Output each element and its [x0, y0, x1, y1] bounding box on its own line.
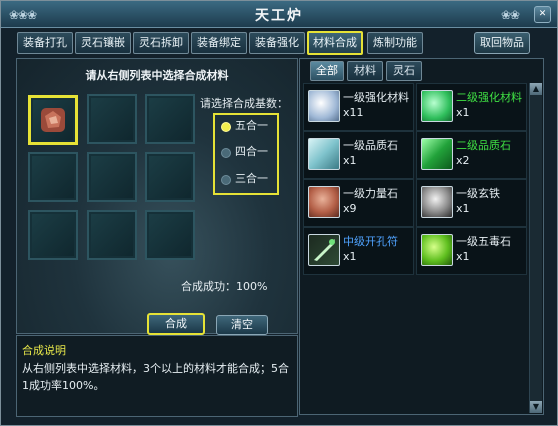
close-icon[interactable]: ✕	[534, 6, 551, 23]
item-quantity: x2	[456, 154, 470, 167]
item-name: 二级强化材料	[456, 91, 522, 104]
white-crystal-icon	[308, 90, 340, 122]
green-stone-icon	[421, 138, 453, 170]
material-slot-9[interactable]	[145, 210, 195, 260]
title-bar[interactable]: ❀❀❀ 天工炉 ❀❀ ✕	[1, 1, 557, 28]
material-slot-5[interactable]	[87, 152, 137, 202]
crafting-furnace-window: ❀❀❀ 天工炉 ❀❀ ✕ 装备打孔 灵石镶嵌 灵石拆卸 装备绑定 装备强化 材料…	[0, 0, 558, 426]
inventory-panel: 全部 材料 灵石 一级强化材料 x11 二级强化材料 x1 一级品质石 x1 二…	[299, 58, 544, 415]
item-quantity: x9	[343, 202, 357, 215]
material-slot-8[interactable]	[87, 210, 137, 260]
item-name: 一级品质石	[343, 139, 398, 152]
item-quantity: x1	[343, 154, 357, 167]
compose-button[interactable]: 合成	[147, 313, 205, 335]
drill-rune-icon	[308, 234, 340, 266]
drill-rune-shape	[314, 239, 335, 261]
compose-description: 合成说明 从右侧列表中选择材料，3个以上的材料才能合成；5合1成功率100%。	[16, 335, 298, 417]
tab-stone-remove[interactable]: 灵石拆卸	[133, 32, 189, 54]
item-name: 一级五毒石	[456, 235, 511, 248]
item-quantity: x1	[456, 202, 470, 215]
compose-count-label: 请选择合成基数：	[200, 97, 288, 110]
iron-ore-icon	[421, 186, 453, 218]
title-ornament-right-icon: ❀❀	[501, 8, 520, 22]
item-name: 一级力量石	[343, 187, 398, 200]
tab-all[interactable]: 全部	[310, 61, 344, 81]
tab-material-compose[interactable]: 材料合成	[307, 31, 363, 55]
material-slot-6[interactable]	[145, 152, 195, 202]
item-quantity: x1	[456, 250, 470, 263]
item-quantity: x1	[456, 106, 470, 119]
tab-equip-enhance[interactable]: 装备强化	[249, 32, 305, 54]
material-slot-7[interactable]	[28, 210, 78, 260]
retrieve-items-button[interactable]: 取回物品	[474, 32, 530, 54]
inventory-item[interactable]: 一级品质石 x1	[303, 131, 414, 179]
inventory-item[interactable]: 一级强化材料 x11	[303, 83, 414, 131]
item-name: 一级玄铁	[456, 187, 500, 200]
item-quantity: x11	[343, 106, 364, 119]
tab-refine[interactable]: 炼制功能	[367, 32, 423, 54]
inventory-item[interactable]: 一级玄铁 x1	[416, 179, 527, 227]
item-name: 一级强化材料	[343, 91, 409, 104]
scroll-down-icon[interactable]: ▼	[530, 401, 542, 413]
scroll-up-icon[interactable]: ▲	[530, 83, 542, 95]
material-slot-1[interactable]	[28, 95, 78, 145]
red-ore-icon	[308, 186, 340, 218]
inventory-item[interactable]: 一级力量石 x9	[303, 179, 414, 227]
item-quantity: x1	[343, 250, 357, 263]
compose-panel: 请从右侧列表中选择合成材料 请选择合成基数： 五合一 四合一 三合一 合成成功：…	[16, 58, 298, 335]
tab-materials[interactable]: 材料	[347, 61, 383, 81]
inventory-scrollbar[interactable]: ▲ ▼	[529, 83, 542, 413]
cyan-stone-icon	[308, 138, 340, 170]
tab-equip-punch[interactable]: 装备打孔	[17, 32, 73, 54]
option-label: 四合一	[235, 145, 268, 158]
inventory-item[interactable]: 一级五毒石 x1	[416, 227, 527, 275]
material-slot-4[interactable]	[28, 152, 78, 202]
tab-spirit-stones[interactable]: 灵石	[386, 61, 422, 81]
inventory-item[interactable]: 二级强化材料 x1	[416, 83, 527, 131]
red-ore-icon	[41, 108, 65, 132]
clear-button[interactable]: 清空	[216, 315, 268, 335]
green-crystal-icon	[421, 90, 453, 122]
radio-selected-icon	[221, 122, 231, 132]
item-name: 中级开孔符	[343, 235, 398, 248]
poison-stone-icon	[421, 234, 453, 266]
success-rate: 合成成功：100%	[181, 280, 268, 293]
inventory-item[interactable]: 二级品质石 x2	[416, 131, 527, 179]
option-label: 五合一	[235, 119, 268, 132]
description-text: 从右侧列表中选择材料，3个以上的材料才能合成；5合1成功率100%。	[22, 362, 289, 392]
material-slot-2[interactable]	[87, 94, 137, 144]
window-title: 天工炉	[255, 8, 303, 24]
radio-icon	[221, 148, 231, 158]
radio-icon	[221, 175, 231, 185]
item-name: 二级品质石	[456, 139, 511, 152]
tab-stone-inlay[interactable]: 灵石镶嵌	[75, 32, 131, 54]
option-label: 三合一	[235, 172, 268, 185]
compose-instruction: 请从右侧列表中选择合成材料	[85, 69, 229, 82]
tab-equip-bind[interactable]: 装备绑定	[191, 32, 247, 54]
material-slot-3[interactable]	[145, 94, 195, 144]
inventory-item[interactable]: 中级开孔符 x1	[303, 227, 414, 275]
description-title: 合成说明	[22, 344, 66, 357]
